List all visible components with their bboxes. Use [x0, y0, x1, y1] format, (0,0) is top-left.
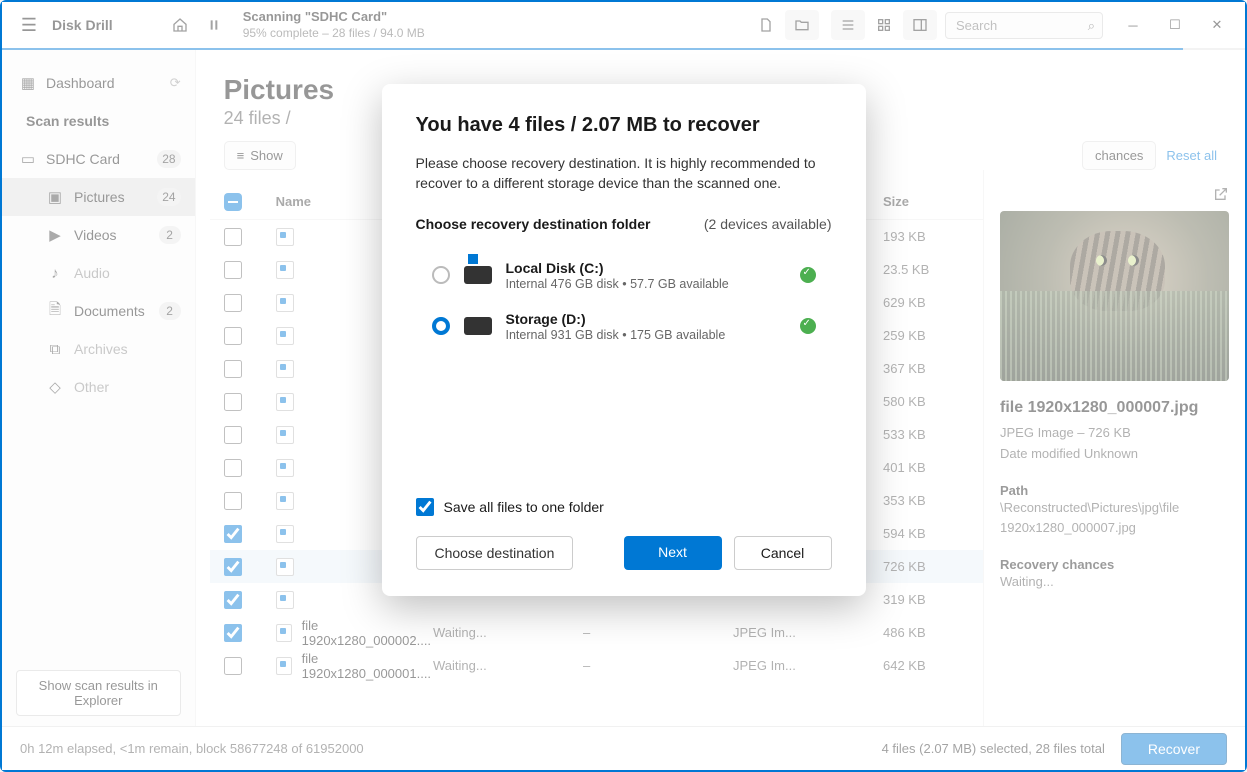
cancel-button[interactable]: Cancel	[734, 536, 832, 570]
destination-detail: Internal 931 GB disk • 175 GB available	[506, 328, 726, 342]
radio-icon	[432, 266, 450, 284]
check-ok-icon	[800, 267, 816, 283]
destination-name: Storage (D:)	[506, 311, 726, 327]
save-one-folder-checkbox[interactable]	[416, 498, 434, 516]
next-button[interactable]: Next	[624, 536, 722, 570]
dialog-description: Please choose recovery destination. It i…	[416, 153, 832, 194]
choose-destination-button[interactable]: Choose destination	[416, 536, 574, 570]
choose-label: Choose recovery destination folder	[416, 216, 651, 232]
dialog-title: You have 4 files / 2.07 MB to recover	[416, 114, 832, 137]
destination-detail: Internal 476 GB disk • 57.7 GB available	[506, 277, 729, 291]
modal-overlay: You have 4 files / 2.07 MB to recover Pl…	[2, 2, 1245, 770]
devices-available: (2 devices available)	[704, 216, 832, 232]
destination-name: Local Disk (C:)	[506, 260, 729, 276]
destination-option[interactable]: Local Disk (C:)Internal 476 GB disk • 57…	[416, 250, 832, 301]
disk-icon	[464, 266, 492, 284]
radio-icon	[432, 317, 450, 335]
disk-icon	[464, 317, 492, 335]
save-one-folder-label: Save all files to one folder	[444, 499, 604, 515]
destination-list: Local Disk (C:)Internal 476 GB disk • 57…	[416, 244, 832, 358]
check-ok-icon	[800, 318, 816, 334]
recovery-dialog: You have 4 files / 2.07 MB to recover Pl…	[382, 84, 866, 596]
destination-option[interactable]: Storage (D:)Internal 931 GB disk • 175 G…	[416, 301, 832, 352]
